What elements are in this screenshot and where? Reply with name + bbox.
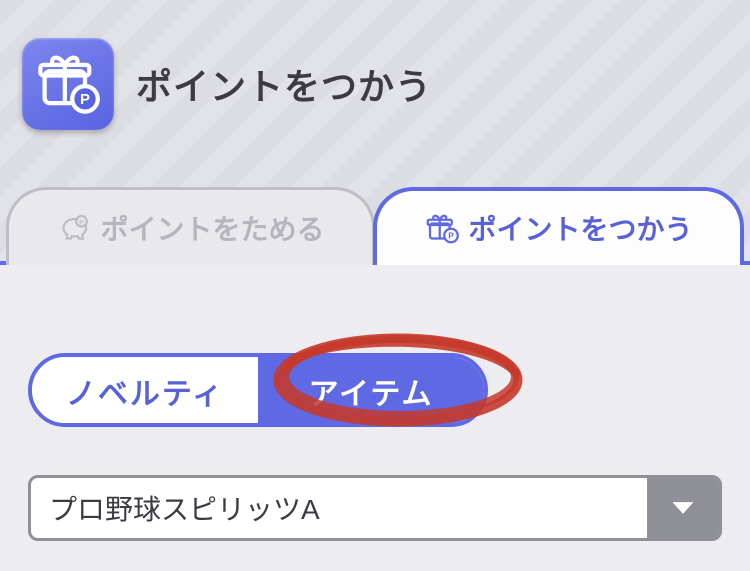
gift-points-icon: P: [22, 38, 114, 130]
segment-wrap: ノベルティ アイテム: [28, 353, 722, 427]
segmented-control: ノベルティ アイテム: [28, 353, 488, 427]
piggy-points-icon: P: [56, 210, 92, 246]
svg-text:P: P: [449, 232, 455, 241]
svg-text:P: P: [80, 219, 85, 226]
content: ノベルティ アイテム プロ野球スピリッツA: [0, 265, 750, 571]
svg-text:P: P: [80, 92, 90, 108]
game-select[interactable]: プロ野球スピリッツA: [28, 475, 722, 541]
gift-points-small-icon: P: [424, 210, 460, 246]
game-select-value: プロ野球スピリッツA: [31, 478, 647, 538]
tab-save-points[interactable]: P ポイントをためる: [6, 187, 375, 265]
segment-novelty[interactable]: ノベルティ: [32, 357, 258, 423]
tab-use-label: ポイントをつかう: [468, 208, 692, 248]
tab-bar: P ポイントをためる P ポイントをつかう: [0, 187, 750, 265]
segment-novelty-label: ノベルティ: [66, 378, 224, 411]
segment-item-label: アイテム: [309, 378, 434, 411]
segment-item[interactable]: アイテム: [258, 357, 484, 423]
page-title: ポイントをつかう: [136, 58, 432, 110]
chevron-down-icon: [669, 496, 697, 520]
tab-use-points[interactable]: P ポイントをつかう: [373, 187, 744, 265]
header: P ポイントをつかう P ポイントをためる P ポイントを: [0, 0, 750, 265]
game-select-button[interactable]: [647, 478, 719, 538]
title-row: P ポイントをつかう: [22, 38, 432, 130]
tab-save-label: ポイントをためる: [100, 208, 324, 248]
